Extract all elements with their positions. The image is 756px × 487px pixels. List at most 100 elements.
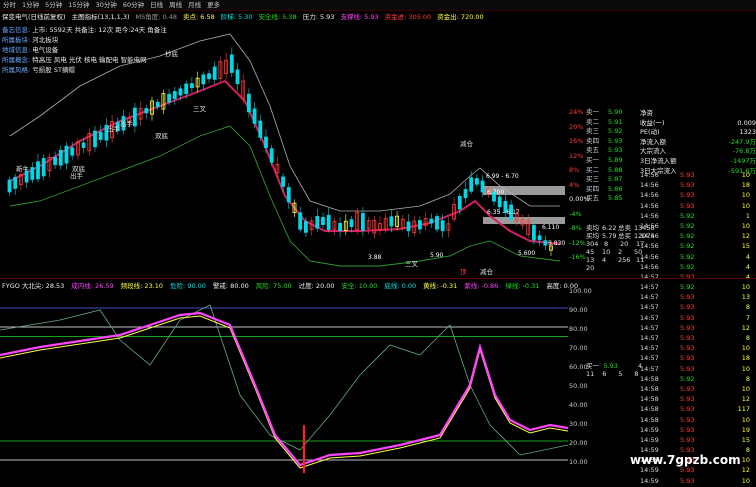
candle-body	[463, 189, 468, 199]
candle-body	[269, 148, 274, 163]
tab-6[interactable]: 日线	[147, 0, 166, 11]
candle-body	[315, 216, 320, 229]
tick-row: 14:56 5.93 10	[640, 190, 756, 200]
tick-price: 5.93	[680, 191, 695, 200]
candle-body	[30, 167, 35, 180]
tick-time: 14:57	[640, 354, 659, 363]
tick-price: 5.93	[680, 344, 695, 353]
tick-price: 5.92	[680, 252, 695, 261]
tick-volume: 8	[745, 334, 750, 342]
tab-8[interactable]: 月线	[185, 0, 204, 11]
summary-row: 45 10 2 50	[586, 248, 646, 256]
tick-price: 5.93	[680, 272, 695, 281]
summary-cell: 总买	[618, 232, 631, 240]
chart-annotation: 三叉	[405, 260, 419, 268]
tick-time: 14:59	[640, 425, 659, 434]
osc-axis-tick: 30.00	[569, 420, 588, 428]
order-summary: 卖均 6.22 总卖 13458 买均 5.79 总买 12074 304 8 20 17 45 10 2 5…	[586, 224, 655, 272]
tab-1[interactable]: 1分钟	[19, 0, 42, 11]
tick-row: 14:59 5.93 19	[640, 425, 756, 435]
tick-price: 5.92	[680, 221, 695, 230]
candle-body	[53, 156, 57, 165]
tab-5[interactable]: 60分钟	[120, 0, 147, 11]
tick-row: 14:59 5.93 15	[640, 435, 756, 445]
tick-time: 14:59	[640, 476, 659, 485]
tick-volume: 4	[745, 252, 750, 261]
osc-axis-tick: 70.00	[569, 344, 588, 352]
candle-body	[406, 221, 411, 232]
candle-body	[212, 66, 217, 80]
tab-3[interactable]: 15分钟	[65, 0, 92, 11]
summary-cell: 4	[638, 362, 643, 370]
tick-volume: 12	[741, 323, 750, 332]
candle-body	[435, 216, 439, 230]
chart-annotation: 减仓	[480, 267, 494, 276]
watermark: www.7gpzb.com	[630, 453, 741, 467]
tick-time: 14:57	[640, 272, 659, 281]
tab-4[interactable]: 30分钟	[93, 0, 120, 11]
summary-cell: 304	[586, 240, 599, 248]
stat-value: -1497万	[730, 156, 756, 165]
tick-row: 14:57 5.92 10	[640, 282, 756, 292]
fund-flow-stats: 净资 收益(一) 0.009 PE(动) 1323 净流入额 -247.9万 大宗流入 -76.…	[640, 109, 756, 176]
chart-annotation: 抄底	[165, 49, 179, 58]
tick-price: 5.93	[680, 425, 695, 434]
tab-7[interactable]: 周线	[166, 0, 185, 11]
tick-volume: 1	[745, 211, 750, 220]
candle-body	[229, 54, 234, 73]
candle-body	[303, 221, 308, 233]
tick-row: 14:57 5.93 18	[640, 353, 756, 363]
candle-body	[338, 222, 343, 231]
candle-body	[144, 108, 149, 114]
osc-axis-tick: 60.00	[569, 363, 588, 371]
summary-cell: 10	[602, 248, 611, 256]
summary-row: 304 8 20 17	[586, 240, 646, 248]
tick-volume: 12	[741, 395, 750, 404]
tab-9[interactable]: 更多	[204, 0, 223, 11]
summary-cell: 5.93	[603, 362, 618, 370]
ask-label: 卖一	[586, 108, 599, 116]
chart-annotation: 三叉	[193, 105, 207, 113]
summary-cell	[618, 264, 628, 272]
candle-body	[36, 161, 40, 180]
tick-volume: 8	[745, 303, 750, 312]
chart-annotation: 双底	[155, 131, 169, 140]
tick-price: 5.93	[680, 313, 695, 322]
price-label: 6.700	[487, 189, 504, 196]
panel-divider	[0, 278, 756, 279]
tick-row: 14:56 5.93 10	[640, 201, 756, 211]
stat-key: 大宗流入	[640, 147, 666, 156]
stat-value: -247.9万	[728, 137, 756, 146]
tab-2[interactable]: 5分钟	[42, 0, 65, 11]
ask-label: 卖四	[586, 136, 599, 145]
tick-row: 14:58 5.92 8	[640, 374, 756, 384]
summary-cell: 8	[634, 370, 639, 378]
tick-time: 14:57	[640, 313, 659, 322]
tick-price: 5.93	[680, 201, 695, 210]
tick-row: 14:56 5.93 10	[640, 170, 756, 180]
candle-body	[81, 142, 86, 148]
candle-body	[360, 212, 365, 231]
summary-cell	[602, 264, 612, 272]
tick-volume: 10	[741, 221, 750, 230]
tick-volume: 10	[741, 283, 750, 292]
summary-cell: 买均	[586, 232, 599, 240]
tick-time: 14:57	[640, 334, 659, 342]
price-label: 6.110	[542, 224, 559, 231]
summary-cell: 11	[586, 370, 595, 378]
tick-row: 14:56 5.92 10	[640, 221, 756, 231]
summary-cell: 13	[586, 256, 595, 264]
ask-price: 5.90	[608, 108, 623, 116]
summary-cell: 2	[618, 248, 623, 256]
candle-body	[98, 131, 103, 140]
candle-body	[207, 73, 211, 80]
tick-volume: 10	[741, 344, 750, 353]
summary-cell: 总卖	[618, 224, 631, 232]
candle-body	[497, 196, 502, 208]
tick-volume: 15	[741, 242, 750, 251]
tick-price: 5.92	[680, 283, 695, 292]
tab-0[interactable]: 分时	[0, 0, 19, 11]
tick-row: 14:56 5.92 15	[640, 241, 756, 251]
summary-cell: 6	[602, 370, 607, 378]
bottom-summary-row: 买一 5.93 4	[586, 362, 646, 370]
